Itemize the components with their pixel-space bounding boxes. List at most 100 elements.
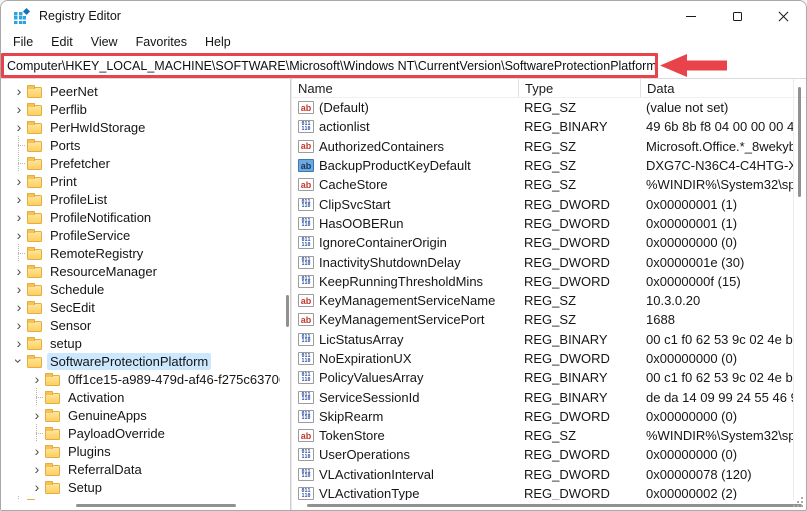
tree-item-resourcemanager[interactable]: › ResourceManager [1, 262, 280, 280]
menu-help[interactable]: Help [196, 33, 240, 51]
chevron-right-icon[interactable]: › [11, 100, 27, 118]
tree-item-softwareprotectionplatform[interactable]: › SoftwareProtectionPlatform [1, 352, 280, 370]
list-horizontal-scrollbar-thumb[interactable] [307, 504, 802, 507]
registry-value-row[interactable]: ab CacheStore REG_SZ %WINDIR%\System32\spp\ [292, 175, 793, 194]
column-header-data[interactable]: Data [640, 79, 806, 97]
column-header-type[interactable]: Type [518, 79, 640, 97]
folder-icon [27, 192, 42, 206]
tree-item-profileservice[interactable]: › ProfileService [1, 226, 280, 244]
chevron-right-icon[interactable]: › [29, 478, 45, 496]
registry-value-row[interactable]: ab AuthorizedContainers REG_SZ Microsoft.Of… [292, 137, 793, 156]
value-name-cell: 011 110 ClipSvcStart [292, 197, 518, 212]
tree-item-perhwidstorage[interactable]: › PerHwIdStorage [1, 118, 280, 136]
resize-grip[interactable] [793, 497, 803, 507]
value-data-cell: 49 6b 8b f8 04 00 00 00 44 0 [646, 119, 793, 135]
chevron-right-icon[interactable]: › [29, 460, 45, 478]
tree-item-perflib[interactable]: › Perflib [1, 100, 280, 118]
tree-item-0ff1ce15-a989-479d-af46-f275c637064[interactable]: › 0ff1ce15-a989-479d-af46-f275c637064 [1, 370, 280, 388]
folder-icon [45, 426, 60, 440]
value-name: TokenStore [319, 428, 385, 444]
list-vertical-scrollbar-track[interactable] [793, 79, 806, 500]
close-button[interactable] [760, 1, 806, 31]
registry-value-row[interactable]: ab BackupProductKeyDefault REG_SZ DXG7C-N36… [292, 156, 793, 175]
tree-vertical-scrollbar-thumb[interactable] [286, 295, 289, 327]
tree-item-genuineapps[interactable]: › GenuineApps [1, 406, 280, 424]
tree-item-schedule[interactable]: › Schedule [1, 280, 280, 298]
tree-item-remoteregistry[interactable]: RemoteRegistry [1, 244, 280, 262]
registry-value-row[interactable]: 011 110 PolicyValuesArray REG_BINARY 00 c1 … [292, 368, 793, 387]
registry-value-row[interactable]: 011 110 UserOperations REG_DWORD 0x00000000… [292, 445, 793, 464]
registry-value-row[interactable]: 011 110 IgnoreContainerOrigin REG_DWORD 0x0… [292, 233, 793, 252]
folder-icon [27, 246, 42, 260]
registry-value-row[interactable]: 011 110 ServiceSessionId REG_BINARY de da 1… [292, 387, 793, 406]
chevron-down-icon[interactable]: › [10, 353, 28, 369]
address-bar[interactable]: Computer\HKEY_LOCAL_MACHINE\SOFTWARE\Mic… [7, 53, 657, 78]
chevron-right-icon[interactable]: › [11, 298, 27, 316]
tree-item-setup[interactable]: › Setup [1, 478, 280, 496]
registry-value-row[interactable]: ab (Default) REG_SZ (value not set) [292, 98, 793, 117]
chevron-right-icon[interactable]: › [11, 316, 27, 334]
registry-value-row[interactable]: 011 110 actionlist REG_BINARY 49 6b 8b f8 0… [292, 117, 793, 136]
tree-item-setup[interactable]: › setup [1, 334, 280, 352]
maximize-button[interactable] [714, 1, 760, 31]
chevron-right-icon[interactable]: › [11, 280, 27, 298]
chevron-right-icon[interactable]: › [11, 172, 27, 190]
chevron-right-icon[interactable]: › [11, 208, 27, 226]
string-value-icon: ab [298, 139, 314, 153]
value-name-cell: 011 110 ServiceSessionId [292, 390, 518, 405]
chevron-right-icon[interactable]: › [11, 82, 27, 100]
minimize-button[interactable] [668, 1, 714, 31]
list-header: Name Type Data [292, 79, 806, 98]
tree-panel-content: › PeerNet › Perflib › PerHwIdStorage Ports Pref… [1, 82, 280, 500]
tree-item-print[interactable]: › Print [1, 172, 280, 190]
chevron-right-icon[interactable]: › [29, 442, 45, 460]
registry-value-row[interactable]: ab KeyManagementServicePort REG_SZ 1688 [292, 310, 793, 329]
chevron-right-icon[interactable]: › [11, 262, 27, 280]
registry-tree-panel: › PeerNet › Perflib › PerHwIdStorage Ports Pref… [1, 79, 291, 510]
registry-value-row[interactable]: 011 110 ClipSvcStart REG_DWORD 0x00000001 (… [292, 194, 793, 213]
value-name-cell: 011 110 UserOperations [292, 447, 518, 462]
tree-item[interactable] [1, 496, 280, 500]
tree-item-peernet[interactable]: › PeerNet [1, 82, 280, 100]
chevron-right-icon[interactable]: › [11, 334, 27, 352]
value-name: KeyManagementServicePort [319, 312, 485, 328]
value-data-cell: (value not set) [646, 100, 729, 116]
registry-value-row[interactable]: 011 110 VLActivationType REG_DWORD 0x000000… [292, 484, 793, 500]
list-vertical-scrollbar-thumb[interactable] [798, 87, 801, 197]
registry-value-row[interactable]: 011 110 LicStatusArray REG_BINARY 00 c1 f0 … [292, 330, 793, 349]
chevron-right-icon[interactable]: › [29, 406, 45, 424]
tree-horizontal-scrollbar-thumb[interactable] [76, 504, 236, 507]
tree-item-profilelist[interactable]: › ProfileList [1, 190, 280, 208]
tree-item-sensor[interactable]: › Sensor [1, 316, 280, 334]
registry-value-row[interactable]: 011 110 SkipRearm REG_DWORD 0x00000000 (0) [292, 407, 793, 426]
tree-item-plugins[interactable]: › Plugins [1, 442, 280, 460]
value-type-cell: REG_DWORD [524, 273, 610, 289]
registry-value-row[interactable]: 011 110 VLActivationInterval REG_DWORD 0x00… [292, 465, 793, 484]
tree-item-profilenotification[interactable]: › ProfileNotification [1, 208, 280, 226]
tree-item-payloadoverride[interactable]: PayloadOverride [1, 424, 280, 442]
registry-value-row[interactable]: ab TokenStore REG_SZ %WINDIR%\System32\spp\ [292, 426, 793, 445]
chevron-right-icon[interactable]: › [11, 190, 27, 208]
tree-item-ports[interactable]: Ports [1, 136, 280, 154]
menu-edit[interactable]: Edit [42, 33, 82, 51]
tree-item-prefetcher[interactable]: Prefetcher [1, 154, 280, 172]
registry-value-row[interactable]: 011 110 KeepRunningThresholdMins REG_DWORD… [292, 272, 793, 291]
menu-view[interactable]: View [82, 33, 127, 51]
binary-value-icon: 011 110 [298, 197, 314, 211]
chevron-right-icon[interactable]: › [11, 118, 27, 136]
value-type-cell: REG_DWORD [524, 215, 610, 231]
tree-item-secedit[interactable]: › SecEdit [1, 298, 280, 316]
menu-file[interactable]: File [4, 33, 42, 51]
menu-favorites[interactable]: Favorites [127, 33, 196, 51]
chevron-right-icon[interactable]: › [11, 226, 27, 244]
value-name-cell: ab AuthorizedContainers [292, 139, 518, 154]
chevron-right-icon[interactable]: › [29, 370, 45, 388]
column-header-name[interactable]: Name [292, 79, 518, 97]
registry-value-row[interactable]: ab KeyManagementServiceName REG_SZ 10.3.0.2… [292, 291, 793, 310]
registry-value-row[interactable]: 011 110 HasOOBERun REG_DWORD 0x00000001 (1) [292, 214, 793, 233]
tree-item-activation[interactable]: Activation [1, 388, 280, 406]
registry-value-row[interactable]: 011 110 InactivityShutdownDelay REG_DWORD 0… [292, 252, 793, 271]
value-name: ServiceSessionId [319, 389, 420, 405]
registry-value-row[interactable]: 011 110 NoExpirationUX REG_DWORD 0x00000000… [292, 349, 793, 368]
tree-item-referraldata[interactable]: › ReferralData [1, 460, 280, 478]
